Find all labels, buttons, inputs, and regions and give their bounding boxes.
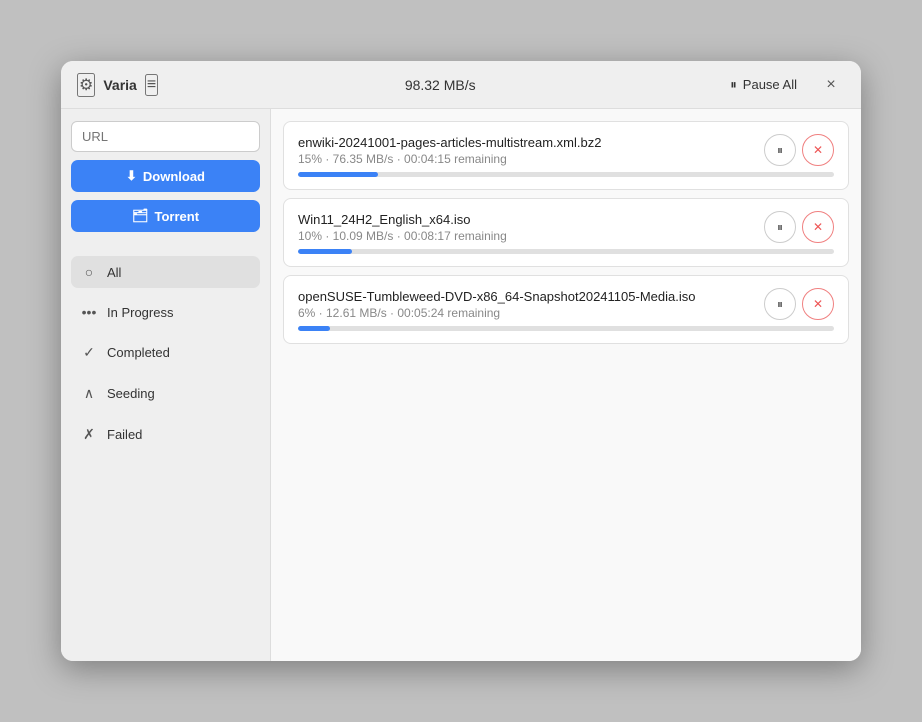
progress-bar-fill bbox=[298, 172, 378, 177]
downloads-area: enwiki-20241001-pages-articles-multistre… bbox=[271, 109, 861, 661]
download-button-label: Download bbox=[143, 169, 205, 184]
remove-download-button[interactable]: ✕ bbox=[802, 134, 834, 166]
download-arrow-icon: ⬇ bbox=[126, 168, 137, 184]
pause-download-button[interactable]: ⏸ bbox=[764, 288, 796, 320]
sidebar-item-seeding-label: Seeding bbox=[107, 386, 155, 401]
download-item-header: enwiki-20241001-pages-articles-multistre… bbox=[298, 134, 834, 166]
titlebar-right: ⏸ Pause All × bbox=[722, 71, 845, 99]
sidebar-item-all-label: All bbox=[107, 265, 121, 280]
pause-download-button[interactable]: ⏸ bbox=[764, 134, 796, 166]
progress-bar-bg bbox=[298, 326, 834, 331]
torrent-button-label: Torrent bbox=[154, 209, 199, 224]
sidebar-item-in-progress-label: In Progress bbox=[107, 305, 173, 320]
download-actions: ⏸ ✕ bbox=[764, 134, 834, 166]
sidebar-item-completed-label: Completed bbox=[107, 345, 170, 360]
download-filename: enwiki-20241001-pages-articles-multistre… bbox=[298, 135, 752, 150]
torrent-icon: 🗂 bbox=[132, 208, 149, 224]
speed-value: 98.32 MB/s bbox=[405, 77, 476, 93]
download-meta: 15% · 76.35 MB/s · 00:04:15 remaining bbox=[298, 152, 752, 166]
progress-bar-fill bbox=[298, 249, 352, 254]
remove-download-button[interactable]: ✕ bbox=[802, 288, 834, 320]
main-content: ⬇ Download 🗂 Torrent ○ All ••• In Progre… bbox=[61, 109, 861, 661]
sidebar-item-in-progress[interactable]: ••• In Progress bbox=[71, 296, 260, 328]
menu-button[interactable]: ≡ bbox=[145, 74, 158, 96]
in-progress-icon: ••• bbox=[81, 304, 97, 320]
download-item-info: openSUSE-Tumbleweed-DVD-x86_64-Snapshot2… bbox=[298, 289, 752, 320]
pause-all-icon: ⏸ bbox=[730, 77, 737, 93]
sidebar: ⬇ Download 🗂 Torrent ○ All ••• In Progre… bbox=[61, 109, 271, 661]
download-actions: ⏸ ✕ bbox=[764, 288, 834, 320]
sidebar-item-seeding[interactable]: ∧ Seeding bbox=[71, 377, 260, 410]
pause-all-label: Pause All bbox=[743, 77, 797, 92]
sidebar-item-failed-label: Failed bbox=[107, 427, 142, 442]
seeding-icon: ∧ bbox=[81, 385, 97, 402]
progress-bar-fill bbox=[298, 326, 330, 331]
close-button[interactable]: × bbox=[817, 71, 845, 99]
sidebar-item-completed[interactable]: ✓ Completed bbox=[71, 336, 260, 369]
download-item: openSUSE-Tumbleweed-DVD-x86_64-Snapshot2… bbox=[283, 275, 849, 344]
download-item-info: enwiki-20241001-pages-articles-multistre… bbox=[298, 135, 752, 166]
progress-bar-bg bbox=[298, 172, 834, 177]
gear-button[interactable]: ⚙ bbox=[77, 73, 95, 97]
titlebar-left: ⚙ Varia ≡ bbox=[77, 73, 158, 97]
download-filename: openSUSE-Tumbleweed-DVD-x86_64-Snapshot2… bbox=[298, 289, 752, 304]
remove-download-button[interactable]: ✕ bbox=[802, 211, 834, 243]
download-meta: 10% · 10.09 MB/s · 00:08:17 remaining bbox=[298, 229, 752, 243]
app-title: Varia bbox=[103, 77, 136, 93]
download-button[interactable]: ⬇ Download bbox=[71, 160, 260, 192]
download-item: enwiki-20241001-pages-articles-multistre… bbox=[283, 121, 849, 190]
titlebar: ⚙ Varia ≡ 98.32 MB/s ⏸ Pause All × bbox=[61, 61, 861, 109]
app-window: ⚙ Varia ≡ 98.32 MB/s ⏸ Pause All × ⬇ Dow… bbox=[61, 61, 861, 661]
all-icon: ○ bbox=[81, 264, 97, 280]
pause-download-button[interactable]: ⏸ bbox=[764, 211, 796, 243]
sidebar-item-all[interactable]: ○ All bbox=[71, 256, 260, 288]
download-filename: Win11_24H2_English_x64.iso bbox=[298, 212, 752, 227]
pause-all-button[interactable]: ⏸ Pause All bbox=[722, 73, 805, 97]
download-actions: ⏸ ✕ bbox=[764, 211, 834, 243]
sidebar-item-failed[interactable]: ✗ Failed bbox=[71, 418, 260, 451]
torrent-button[interactable]: 🗂 Torrent bbox=[71, 200, 260, 232]
progress-bar-bg bbox=[298, 249, 834, 254]
download-item-info: Win11_24H2_English_x64.iso 10% · 10.09 M… bbox=[298, 212, 752, 243]
url-input[interactable] bbox=[71, 121, 260, 152]
speed-display: 98.32 MB/s bbox=[158, 77, 722, 93]
download-item: Win11_24H2_English_x64.iso 10% · 10.09 M… bbox=[283, 198, 849, 267]
download-item-header: openSUSE-Tumbleweed-DVD-x86_64-Snapshot2… bbox=[298, 288, 834, 320]
download-item-header: Win11_24H2_English_x64.iso 10% · 10.09 M… bbox=[298, 211, 834, 243]
failed-icon: ✗ bbox=[81, 426, 97, 443]
download-meta: 6% · 12.61 MB/s · 00:05:24 remaining bbox=[298, 306, 752, 320]
completed-icon: ✓ bbox=[81, 344, 97, 361]
